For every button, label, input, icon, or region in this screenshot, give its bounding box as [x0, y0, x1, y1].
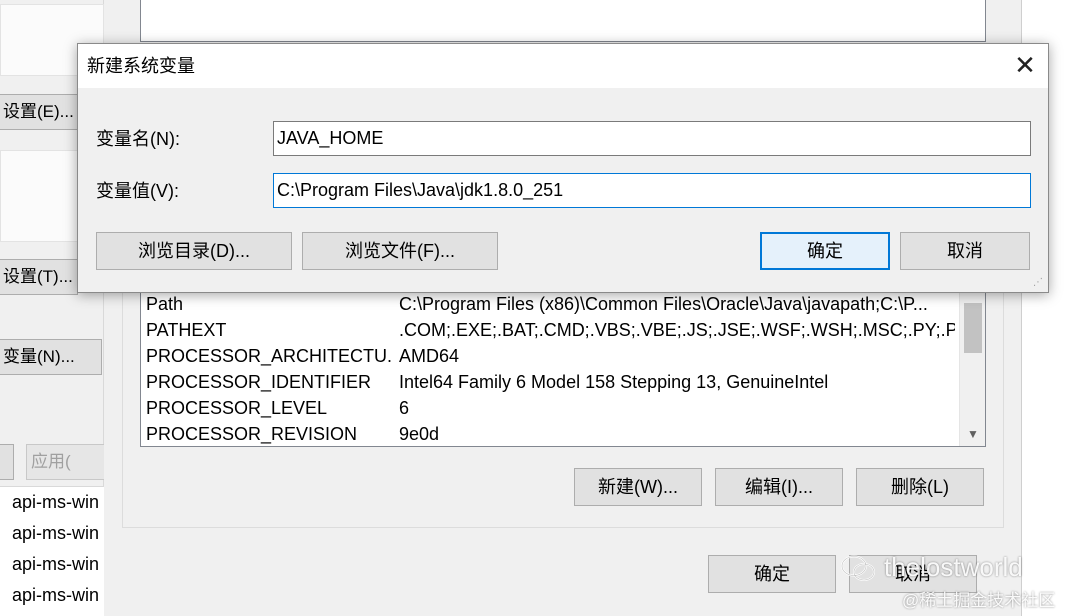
list-item[interactable]: api-ms-win	[0, 518, 104, 549]
resize-grip-icon[interactable]: ⋰	[1033, 277, 1045, 289]
left-cancel-button[interactable]	[0, 444, 14, 480]
list-item[interactable]: api-ms-win	[0, 549, 104, 580]
chevron-down-icon[interactable]: ▼	[960, 424, 985, 444]
env-cancel-button[interactable]: 取消	[849, 555, 977, 593]
variable-name: PROCESSOR_IDENTIFIER	[146, 372, 372, 392]
environment-variables-button[interactable]: 变量(N)...	[0, 339, 102, 375]
system-variables-list[interactable]: Path C:\Program Files (x86)\Common Files…	[140, 288, 986, 447]
table-row[interactable]: PATHEXT .COM;.EXE;.BAT;.CMD;.VBS;.VBE;.J…	[141, 317, 961, 343]
delete-variable-button[interactable]: 删除(L)	[856, 468, 984, 506]
scrollbar-thumb[interactable]	[964, 303, 982, 353]
cancel-button[interactable]: 取消	[900, 232, 1030, 270]
table-row[interactable]: Path C:\Program Files (x86)\Common Files…	[141, 291, 961, 317]
list-item[interactable]: api-ms-win	[0, 580, 104, 611]
variable-value: 6	[399, 398, 410, 418]
variable-value: AMD64	[399, 346, 460, 366]
variable-value: 9e0d	[399, 424, 440, 444]
variable-name: PROCESSOR_LEVEL	[146, 398, 328, 418]
new-system-variable-dialog: 新建系统变量 ✕ 变量名(N): 变量值(V): 浏览目录(D)... 浏览文件…	[77, 43, 1049, 293]
settings-e-button[interactable]: 设置(E)...	[0, 94, 78, 130]
variable-value: Intel64 Family 6 Model 158 Stepping 13, …	[399, 372, 829, 392]
variable-name: PATHEXT	[146, 320, 227, 340]
browse-directory-button[interactable]: 浏览目录(D)...	[96, 232, 292, 270]
new-variable-button[interactable]: 新建(W)...	[574, 468, 702, 506]
browse-file-button[interactable]: 浏览文件(F)...	[302, 232, 498, 270]
variable-name: Path	[146, 294, 184, 314]
dialog-title: 新建系统变量	[87, 56, 195, 76]
variable-value: .COM;.EXE;.BAT;.CMD;.VBS;.VBE;.JS;.JSE;.…	[399, 320, 955, 340]
table-row[interactable]: PROCESSOR_ARCHITECTU... AMD64	[141, 343, 961, 369]
close-icon[interactable]: ✕	[1002, 44, 1048, 88]
variable-name: PROCESSOR_ARCHITECTU...	[146, 346, 391, 366]
env-ok-button[interactable]: 确定	[708, 555, 836, 593]
list-item[interactable]: api-ms-win	[0, 487, 104, 518]
variable-name: PROCESSOR_REVISION	[146, 424, 358, 444]
variable-value-label: 变量值(V):	[96, 181, 179, 201]
edit-variable-button[interactable]: 编辑(I)...	[715, 468, 843, 506]
variable-name-label: 变量名(N):	[96, 129, 180, 149]
variable-name-input[interactable]	[273, 121, 1031, 156]
table-row[interactable]: PROCESSOR_IDENTIFIER Intel64 Family 6 Mo…	[141, 369, 961, 395]
table-row[interactable]: PROCESSOR_REVISION 9e0d	[141, 421, 961, 446]
settings-t-button[interactable]: 设置(T)...	[0, 259, 78, 295]
vertical-scrollbar[interactable]: ▼	[959, 289, 985, 446]
ok-button[interactable]: 确定	[760, 232, 890, 270]
apply-button[interactable]: 应用(	[26, 444, 106, 480]
user-variables-list[interactable]	[140, 0, 986, 42]
table-row[interactable]: PROCESSOR_LEVEL 6	[141, 395, 961, 421]
variable-value-input[interactable]	[273, 173, 1031, 208]
file-list: api-ms-win api-ms-win api-ms-win api-ms-…	[0, 486, 104, 616]
variable-value: C:\Program Files (x86)\Common Files\Orac…	[399, 294, 928, 314]
dialog-titlebar[interactable]: 新建系统变量 ✕	[78, 44, 1048, 88]
